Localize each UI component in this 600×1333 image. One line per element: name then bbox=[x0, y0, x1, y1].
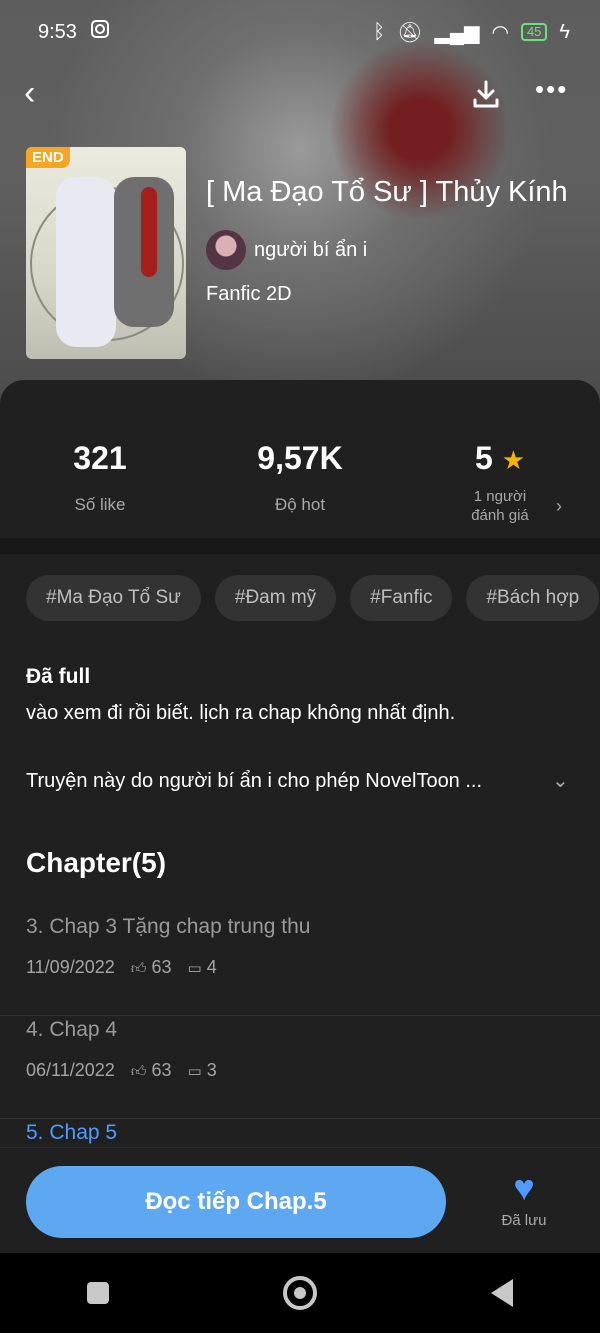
rating-value: 5 bbox=[475, 440, 493, 476]
status-time: 9:53 bbox=[38, 20, 77, 43]
chapter-comments: 4 bbox=[206, 957, 217, 977]
hot-stat: 9,57K Độ hot bbox=[200, 392, 400, 515]
chapter-meta: 06/11/2022 👍︎ 63 ▭ 3 bbox=[26, 1060, 217, 1081]
chapter-likes: 63 bbox=[151, 1060, 172, 1080]
star-icon: ★ bbox=[501, 445, 525, 475]
tag-chip[interactable]: #Đam mỹ bbox=[214, 575, 337, 621]
home-icon[interactable] bbox=[283, 1276, 317, 1310]
chapter-meta: 11/09/2022 👍︎ 63 ▭ 4 bbox=[26, 957, 217, 978]
bluetooth-icon: ᛒ bbox=[373, 20, 386, 43]
rating-stat[interactable]: 5 ★ 1 người đánh giá › bbox=[400, 392, 600, 525]
permission-text[interactable]: Truyện này do người bí ẩn i cho phép Nov… bbox=[26, 770, 482, 793]
stats-row: 321 Số like 9,57K Độ hot 5 ★ 1 người đán… bbox=[0, 392, 600, 538]
charging-icon: ϟ bbox=[559, 20, 570, 43]
author-row[interactable]: người bí ẩn i bbox=[206, 230, 367, 270]
comment-icon: ▭ bbox=[187, 960, 202, 977]
end-badge: END bbox=[26, 147, 70, 168]
system-navbar bbox=[0, 1253, 600, 1333]
recent-apps-icon[interactable] bbox=[87, 1282, 109, 1304]
back-icon[interactable]: ‹ bbox=[24, 76, 35, 110]
back-nav-icon[interactable] bbox=[491, 1279, 513, 1307]
chapter-date: 06/11/2022 bbox=[26, 1060, 115, 1080]
rating-label-line2: đánh giá bbox=[471, 507, 529, 524]
chapters-title: Chapter(5) bbox=[26, 847, 167, 878]
book-category: Fanfic 2D bbox=[206, 283, 292, 305]
book-cover bbox=[26, 147, 186, 359]
more-options-icon[interactable]: ••• bbox=[535, 74, 568, 105]
chevron-down-icon[interactable]: ⌄ bbox=[552, 768, 569, 793]
book-title: [ Ma Đạo Tổ Sư ] Thủy Kính bbox=[206, 176, 568, 208]
saved-button[interactable]: ♥ Đã lưu bbox=[492, 1167, 556, 1230]
status-bar: 9:53 ᛒ 🔕︎ ▂▄▆ ◠ 45 ϟ bbox=[0, 0, 600, 64]
signal-icon: ▂▄▆ bbox=[434, 21, 480, 44]
section-divider bbox=[0, 538, 600, 554]
chapter-item[interactable]: 3. Chap 3 Tặng chap trung thu 11/09/2022… bbox=[0, 915, 600, 1016]
top-nav: ‹ ••• bbox=[0, 70, 600, 118]
chapter-name: 5. Chap 5 bbox=[26, 1121, 118, 1144]
hot-label: Độ hot bbox=[274, 495, 326, 514]
heart-icon: ♥ bbox=[513, 1167, 535, 1208]
likes-label: Số like bbox=[74, 495, 126, 514]
saved-label: Đã lưu bbox=[501, 1212, 547, 1229]
chapter-likes: 63 bbox=[151, 957, 172, 977]
tag-chip[interactable]: #Bách hợp bbox=[466, 575, 600, 621]
thumbs-up-icon: 👍︎ bbox=[130, 960, 147, 977]
description-text: vào xem đi rồi biết. lịch ra chap không … bbox=[26, 702, 456, 724]
tag-list: #Ma Đạo Tổ Sư #Đam mỹ #Fanfic #Bách hợp bbox=[26, 575, 600, 621]
chapter-name: 4. Chap 4 bbox=[26, 1018, 118, 1041]
chapter-item[interactable]: 4. Chap 4 06/11/2022 👍︎ 63 ▭ 3 bbox=[0, 1018, 600, 1119]
download-icon[interactable] bbox=[470, 78, 502, 110]
instagram-icon bbox=[90, 20, 109, 44]
thumbs-up-icon: 👍︎ bbox=[130, 1063, 147, 1080]
wifi-icon: ◠ bbox=[491, 21, 509, 44]
likes-stat: 321 Số like bbox=[0, 392, 200, 515]
chapter-name: 3. Chap 3 Tặng chap trung thu bbox=[26, 915, 311, 938]
description-status: Đã full bbox=[26, 665, 91, 688]
chapter-comments: 3 bbox=[206, 1060, 217, 1080]
comment-icon: ▭ bbox=[187, 1063, 202, 1080]
author-name[interactable]: người bí ẩn i bbox=[254, 239, 367, 262]
likes-value: 321 bbox=[73, 440, 127, 476]
author-avatar[interactable] bbox=[206, 230, 246, 270]
rating-label: 1 người đánh giá › bbox=[400, 487, 600, 525]
battery-indicator: 45 bbox=[520, 23, 548, 41]
rating-label-line1: 1 người bbox=[473, 488, 527, 505]
tag-chip[interactable]: #Ma Đạo Tổ Sư bbox=[26, 575, 201, 621]
mute-icon: 🔕︎ bbox=[397, 21, 423, 44]
bottom-action-bar: Đọc tiếp Chap.5 ♥ Đã lưu bbox=[0, 1147, 600, 1254]
continue-reading-button[interactable]: Đọc tiếp Chap.5 bbox=[26, 1166, 446, 1238]
hot-value: 9,57K bbox=[257, 440, 343, 476]
chapter-date: 11/09/2022 bbox=[26, 957, 115, 977]
tag-chip[interactable]: #Fanfic bbox=[350, 575, 453, 621]
chevron-right-icon[interactable]: › bbox=[556, 497, 562, 516]
